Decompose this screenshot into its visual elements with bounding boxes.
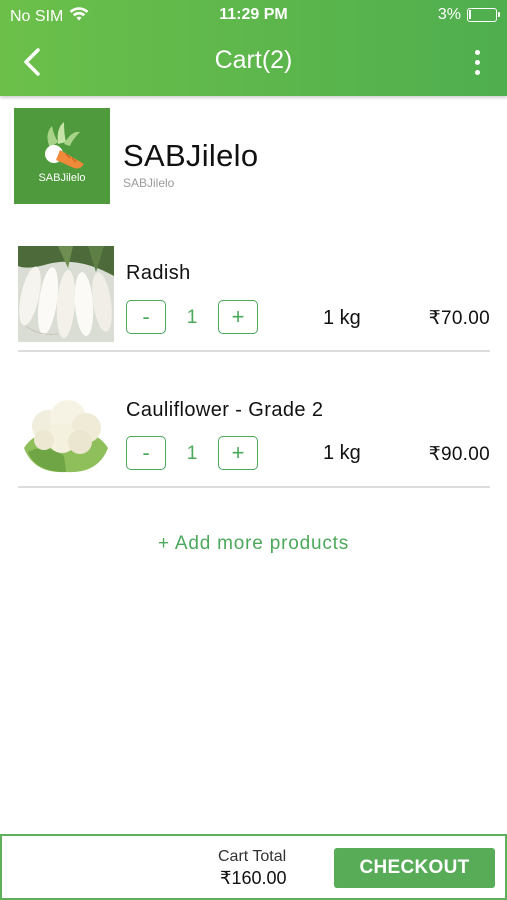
store-name: SABJilelo: [123, 138, 259, 173]
cart-footer: Cart Total ₹160.00 CHECKOUT: [0, 834, 507, 900]
battery-percent: 3%: [437, 6, 461, 23]
product-name: Cauliflower - Grade 2: [126, 399, 324, 421]
page-title: Cart(2): [214, 46, 293, 74]
product-image-cauliflower: [18, 382, 114, 478]
battery-icon: [467, 8, 500, 22]
product-price: ₹90.00: [428, 444, 490, 465]
product-unit: 1 kg: [323, 307, 361, 329]
logo-text: SABJilelo: [38, 172, 86, 184]
increase-quantity-button[interactable]: +: [218, 436, 258, 470]
app-header: No SIM 11:29 PM 3% Cart(2): [0, 0, 507, 96]
add-more-products-link[interactable]: + Add more products: [0, 533, 507, 555]
carrot-logo-icon: [45, 122, 84, 169]
product-image-radish: [18, 246, 114, 342]
battery-info: 3%: [437, 6, 500, 24]
cart-item: Cauliflower - Grade 2 - 1 + 1 kg ₹90.00: [18, 382, 490, 488]
more-vertical-icon: [474, 49, 480, 55]
status-bar: No SIM 11:29 PM 3%: [0, 0, 507, 30]
increase-quantity-button[interactable]: +: [218, 300, 258, 334]
status-time: 11:29 PM: [219, 6, 288, 23]
product-price: ₹70.00: [428, 308, 490, 329]
decrease-quantity-button[interactable]: -: [126, 436, 166, 470]
product-name: Radish: [126, 262, 191, 284]
store-subtitle: SABJilelo: [123, 176, 175, 190]
decrease-quantity-button[interactable]: -: [126, 300, 166, 334]
cart-total-value: ₹160.00: [220, 868, 287, 888]
cart-item: Radish - 1 + 1 kg ₹70.00: [18, 246, 490, 352]
quantity-value: 1: [186, 443, 198, 464]
store-info: SABJilelo SABJilelo SABJilelo: [14, 108, 494, 204]
quantity-value: 1: [186, 307, 198, 328]
more-options-button[interactable]: [465, 46, 489, 78]
product-unit: 1 kg: [323, 442, 361, 464]
cart-total-label: Cart Total: [218, 848, 287, 865]
checkout-button[interactable]: CHECKOUT: [334, 848, 495, 888]
store-logo: SABJilelo: [14, 108, 110, 204]
